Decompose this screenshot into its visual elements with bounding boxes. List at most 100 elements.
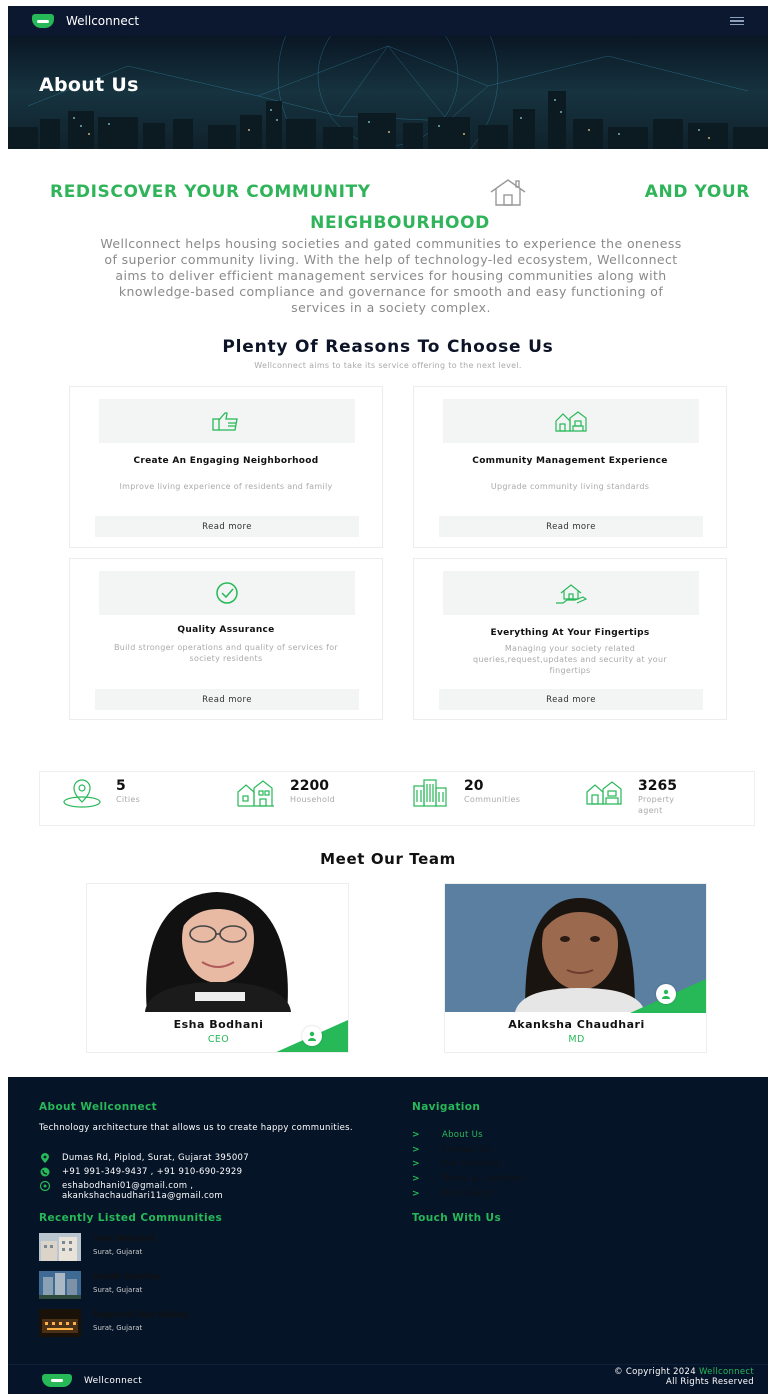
stat-label: Household bbox=[290, 795, 336, 804]
footer-nav-list: > About Us > Contact Us > Our Services > Ter… bbox=[412, 1128, 525, 1201]
community-name: Avadh Carolina bbox=[93, 1272, 162, 1281]
touch-with-us-heading: Touch With Us bbox=[412, 1212, 502, 1224]
footer-nav-terms[interactable]: > Terms & Condition bbox=[412, 1172, 525, 1187]
copyright-brand[interactable]: Wellconnect bbox=[699, 1367, 754, 1377]
email-addresses[interactable]: eshabodhani01@gmail.com , akankshachaudha… bbox=[62, 1181, 223, 1201]
reason-card: Everything At Your Fingertips Managing y… bbox=[413, 558, 727, 720]
city-skyline-graphic bbox=[8, 91, 768, 149]
email-line-2: akankshachaudhari11a@gmail.com bbox=[62, 1191, 224, 1201]
reason-card: Community Management Experience Upgrade … bbox=[413, 386, 727, 548]
top-navbar: Wellconnect bbox=[8, 6, 768, 36]
recent-communities-heading: Recently Listed Communities bbox=[39, 1212, 223, 1224]
page: Wellconnect About Us REDISCOVER YOUR COM… bbox=[8, 6, 768, 1394]
tagline-left: REDISCOVER YOUR COMMUNITY bbox=[50, 182, 371, 202]
wellconnect-logo-icon[interactable] bbox=[32, 14, 54, 28]
team-member-card: Esha Bodhani CEO bbox=[86, 883, 349, 1053]
reasons-title: Plenty Of Reasons To Choose Us bbox=[222, 337, 554, 357]
card-title: Quality Assurance bbox=[177, 625, 275, 635]
house-icon bbox=[490, 179, 526, 206]
footer-brand-name: Wellconnect bbox=[84, 1375, 143, 1386]
hero-banner: About Us bbox=[8, 36, 768, 149]
card-title: Create An Engaging Neighborhood bbox=[133, 456, 319, 466]
community-location: Surat, Gujarat bbox=[93, 1248, 143, 1256]
chevron-right-icon: > bbox=[412, 1159, 420, 1170]
community-item[interactable]: Raghuvir Star Galaxy Surat, Gujarat bbox=[39, 1309, 189, 1337]
footer-nav-our-services[interactable]: > Our Services bbox=[412, 1157, 525, 1172]
member-role: MD bbox=[568, 1034, 585, 1045]
wellconnect-logo-icon bbox=[42, 1374, 72, 1387]
nav-label: Our Services bbox=[442, 1159, 500, 1170]
nav-label: Our Clients bbox=[442, 1188, 493, 1199]
read-more-button[interactable]: Read more bbox=[439, 689, 703, 710]
card-icon-box bbox=[443, 571, 699, 615]
nav-label: Contact Us bbox=[442, 1144, 492, 1155]
tagline-right: AND YOUR bbox=[644, 182, 750, 202]
footer-nav-about-us[interactable]: > About Us bbox=[412, 1128, 525, 1143]
footer-nav-contact-us[interactable]: > Contact Us bbox=[412, 1143, 525, 1158]
community-location: Surat, Gujarat bbox=[93, 1324, 143, 1332]
tagline-line2: NEIGHBOURHOOD bbox=[310, 213, 490, 233]
stats-bar: 5 Cities 2200 Household 20 Communities 3265… bbox=[39, 771, 755, 826]
stat-label: Cities bbox=[116, 795, 141, 804]
person-icon bbox=[662, 989, 670, 999]
card-description: Managing your society related queries,re… bbox=[473, 644, 667, 675]
member-name: Akanksha Chaudhari bbox=[508, 1018, 645, 1031]
stat-label: Communities bbox=[464, 795, 521, 804]
read-more-button[interactable]: Read more bbox=[95, 689, 359, 710]
card-title: Community Management Experience bbox=[472, 456, 668, 466]
card-icon-box bbox=[99, 571, 355, 615]
member-role: CEO bbox=[207, 1034, 230, 1045]
footer-brand[interactable]: Wellconnect bbox=[42, 1374, 142, 1387]
member-photo bbox=[87, 884, 348, 1012]
brand-name[interactable]: Wellconnect bbox=[66, 14, 139, 28]
chevron-right-icon: > bbox=[412, 1144, 420, 1155]
footer-about-text: Technology architecture that allows us t… bbox=[39, 1123, 353, 1133]
read-more-button[interactable]: Read more bbox=[95, 516, 359, 537]
stat-value: 20 bbox=[464, 778, 484, 794]
footer-emails: eshabodhani01@gmail.com , akankshachaudha… bbox=[39, 1181, 223, 1201]
profile-button[interactable] bbox=[656, 984, 676, 1004]
footer-about-heading: About Wellconnect bbox=[39, 1101, 158, 1113]
footer-address: Dumas Rd, Piplod, Surat, Gujarat 395007 bbox=[39, 1153, 249, 1163]
rights-text: All Rights Reserved bbox=[665, 1377, 754, 1387]
card-icon-box bbox=[443, 399, 699, 443]
community-thumbnail bbox=[39, 1309, 81, 1337]
card-description: Improve living experience of residents a… bbox=[119, 482, 333, 491]
card-description: Upgrade community living standards bbox=[490, 482, 650, 491]
phone-numbers[interactable]: +91 991-349-9437 , +91 910-690-2929 bbox=[62, 1167, 242, 1177]
footer-nav-our-clients[interactable]: > Our Clients bbox=[412, 1186, 525, 1201]
community-item[interactable]: Avadh Carolina Surat, Gujarat bbox=[39, 1271, 161, 1299]
house-hand-icon bbox=[556, 584, 588, 604]
member-name: Esha Bodhani bbox=[173, 1018, 264, 1031]
community-name: Raghuvir Star Galaxy bbox=[93, 1310, 189, 1319]
community-item[interactable]: Shiv Dhrushti Surat, Gujarat bbox=[39, 1233, 154, 1261]
email-icon bbox=[39, 1181, 51, 1191]
copyright-prefix: © Copyright 2024 bbox=[614, 1367, 696, 1377]
building-icon bbox=[413, 779, 447, 807]
chevron-right-icon: > bbox=[412, 1188, 420, 1199]
copyright: © Copyright 2024 Wellconnect All Rights … bbox=[614, 1367, 754, 1387]
reason-card: Create An Engaging Neighborhood Improve … bbox=[69, 386, 383, 548]
phone-icon bbox=[40, 1167, 50, 1177]
chevron-right-icon: > bbox=[412, 1130, 420, 1141]
footer-phones: +91 991-349-9437 , +91 910-690-2929 bbox=[39, 1167, 242, 1177]
stat-property-agent: 3265 Property agent bbox=[584, 778, 698, 816]
community-thumbnail bbox=[39, 1233, 81, 1261]
card-icon-box bbox=[99, 399, 355, 443]
team-title: Meet Our Team bbox=[320, 850, 456, 868]
check-circle-icon bbox=[216, 582, 238, 604]
stat-household: 2200 Household bbox=[236, 778, 335, 808]
chevron-right-icon: > bbox=[412, 1174, 420, 1185]
nav-label: Terms & Condition bbox=[442, 1174, 525, 1185]
card-description: Build stronger operations and quality of… bbox=[114, 643, 338, 663]
community-buildings-icon bbox=[555, 411, 587, 432]
stat-value: 3265 bbox=[638, 778, 677, 794]
houses-icon bbox=[237, 780, 274, 807]
stat-communities: 20 Communities bbox=[410, 778, 520, 808]
read-more-button[interactable]: Read more bbox=[439, 516, 703, 537]
stat-value: 2200 bbox=[290, 778, 329, 794]
hero-title: About Us bbox=[39, 74, 139, 96]
stat-label: Property agent bbox=[638, 795, 675, 815]
team-member-card: Akanksha Chaudhari MD bbox=[444, 883, 707, 1053]
hamburger-menu-icon[interactable] bbox=[730, 16, 744, 26]
